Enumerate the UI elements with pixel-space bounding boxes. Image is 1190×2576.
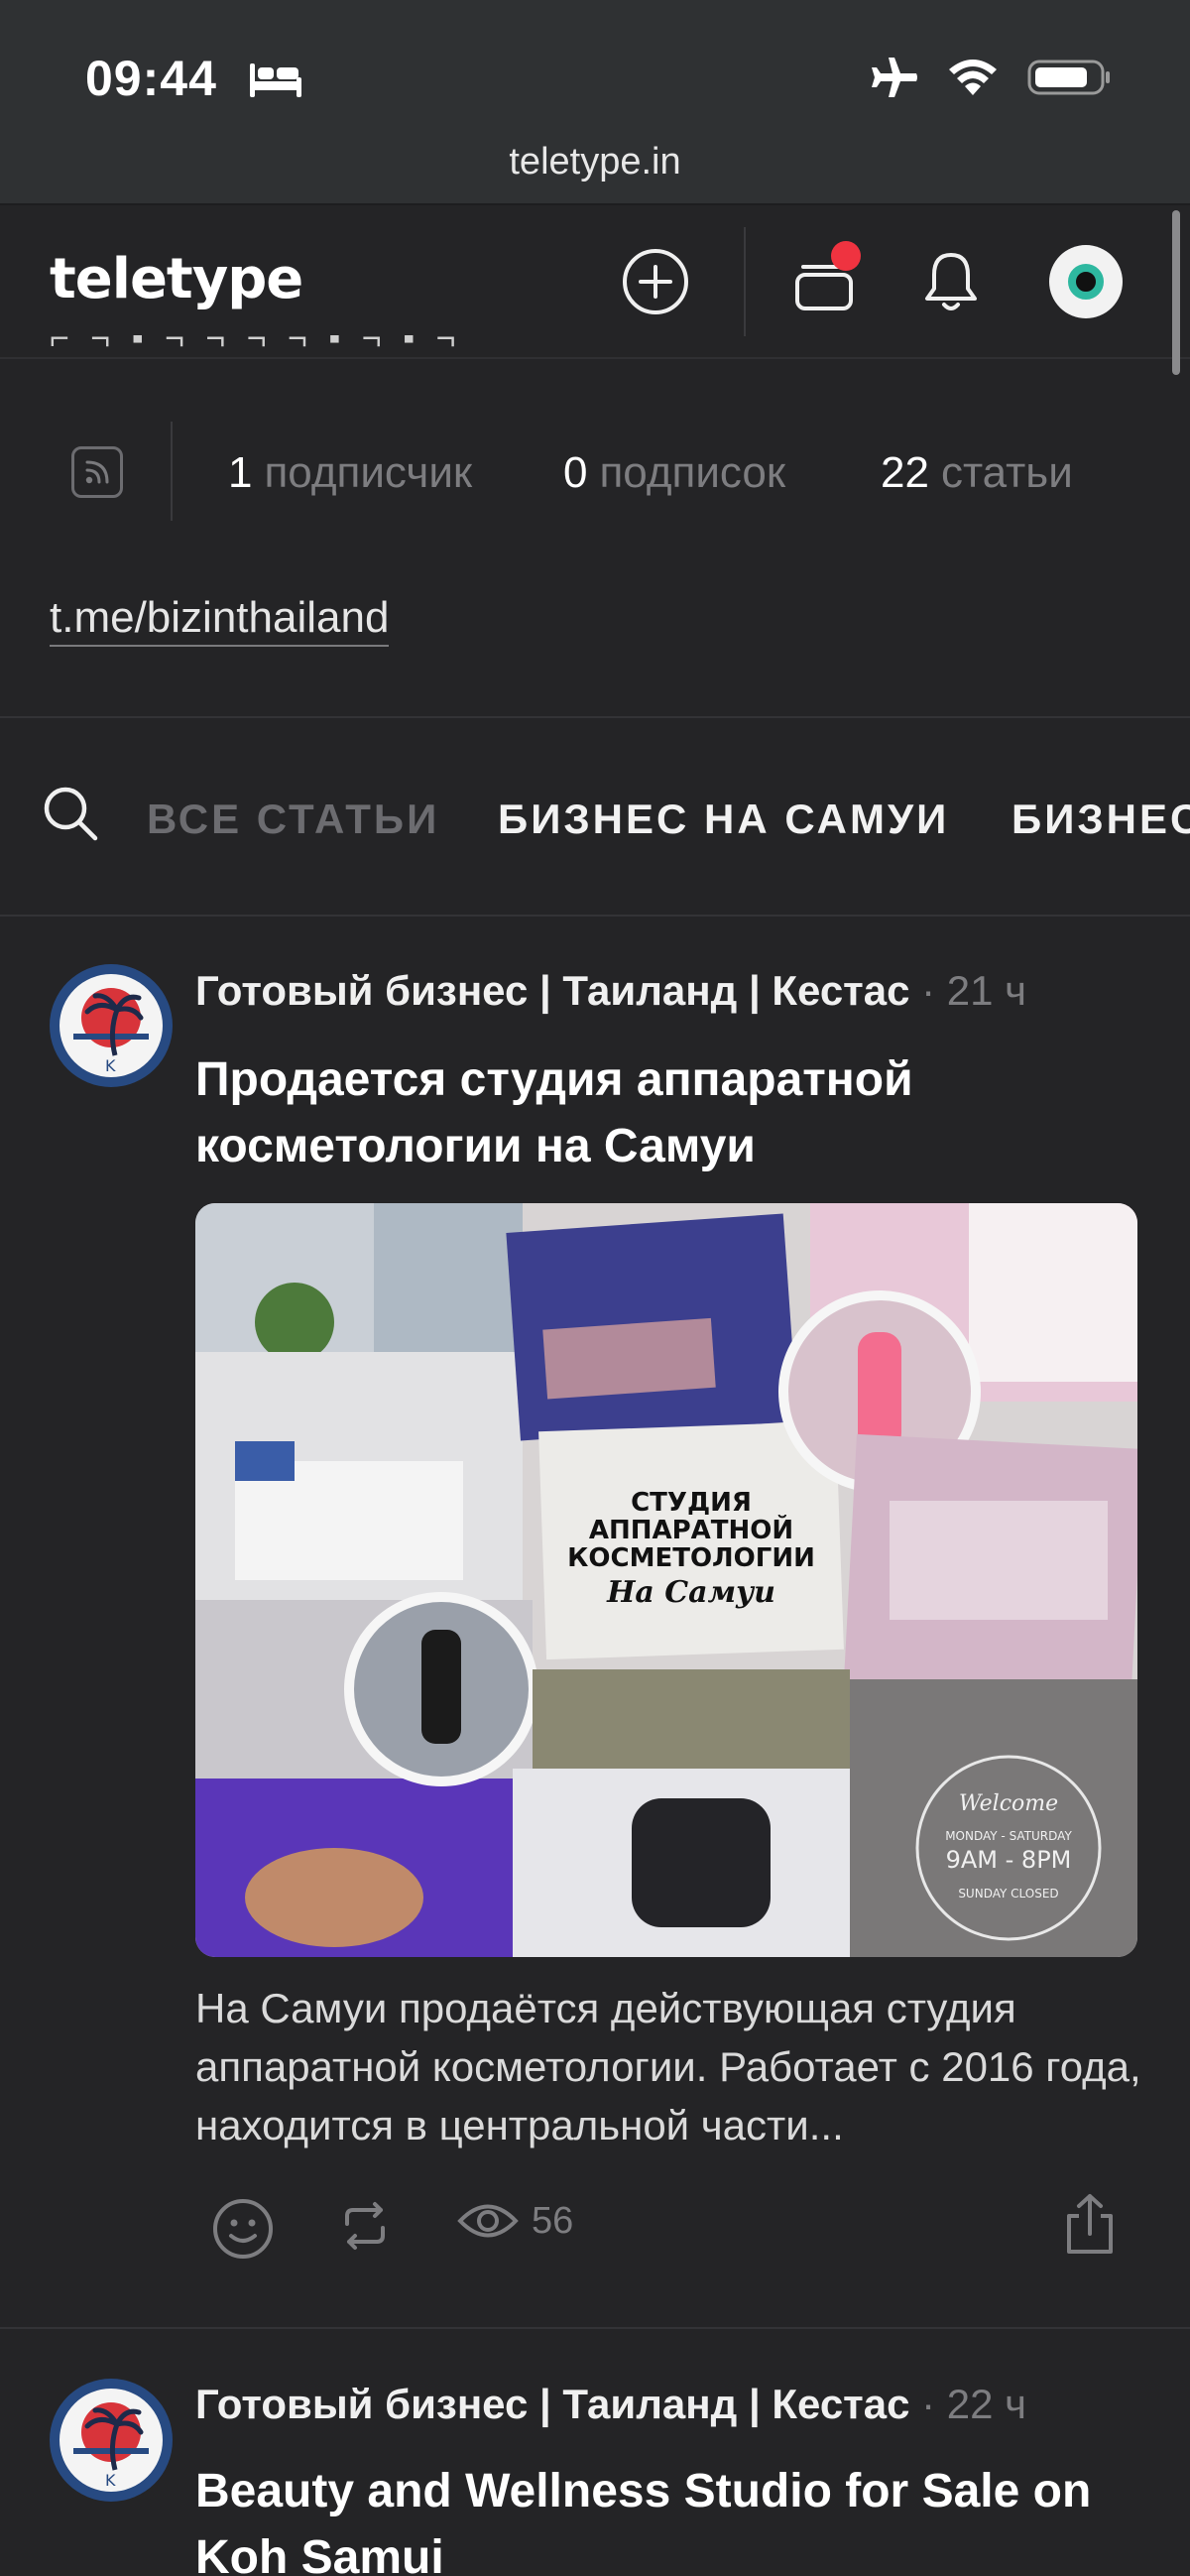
- rss-button[interactable]: [71, 446, 123, 498]
- reaction-button[interactable]: [210, 2196, 276, 2262]
- status-time: 09:44: [85, 51, 217, 106]
- tab-business[interactable]: БИЗНЕС: [1012, 796, 1190, 843]
- user-avatar[interactable]: [1049, 245, 1123, 318]
- svg-text:K: K: [105, 2471, 116, 2490]
- sign-days: MONDAY - SATURDAY: [945, 1829, 1072, 1843]
- cut-off-profile-text: ⌐ ¬ ▪ ¬ ¬ ¬ ¬ ▪ ¬ ▪ ¬: [50, 335, 462, 355]
- palm-logo-icon: K: [73, 988, 149, 1075]
- collage-image: СТУДИЯ АППАРАТНОЙ КОСМЕТОЛОГИИ На Самуи …: [195, 1203, 1137, 1957]
- post-cover-image[interactable]: СТУДИЯ АППАРАТНОЙ КОСМЕТОЛОГИИ На Самуи …: [195, 1203, 1137, 1957]
- caption-line1: СТУДИЯ: [631, 1488, 752, 1518]
- post-excerpt[interactable]: На Самуи продаётся действующая студия ап…: [195, 1979, 1147, 2154]
- eye-icon: [457, 2204, 519, 2238]
- views-indicator: 56: [456, 2196, 573, 2246]
- browser-url[interactable]: teletype.in: [0, 141, 1190, 184]
- page-scrollbar[interactable]: [1172, 210, 1180, 375]
- stats-separator: [171, 422, 173, 521]
- repost-button[interactable]: [335, 2196, 395, 2256]
- svg-text:K: K: [105, 1056, 116, 1075]
- followers-stat[interactable]: 1 подписчик: [228, 448, 472, 498]
- articles-label: статьи: [940, 448, 1073, 497]
- battery-icon: [1027, 60, 1110, 95]
- divider: [0, 915, 1190, 917]
- author-name-text: Готовый бизнес | Таиланд | Кестас: [195, 967, 910, 1014]
- author-name-text: Готовый бизнес | Таиланд | Кестас: [195, 2381, 910, 2427]
- teletype-logo[interactable]: teletype: [50, 247, 303, 311]
- post-time: · 21 ч: [921, 967, 1027, 1014]
- rss-icon: [85, 460, 109, 484]
- views-count: 56: [532, 2199, 574, 2242]
- post-title[interactable]: Beauty and Wellness Studio for Sale on K…: [195, 2458, 1147, 2576]
- post-author-name[interactable]: Готовый бизнес | Таиланд | Кестас · 21 ч: [195, 967, 1026, 1015]
- post-author-name[interactable]: Готовый бизнес | Таиланд | Кестас · 22 ч: [195, 2381, 1026, 2428]
- divider: [0, 2327, 1190, 2329]
- sleep-focus-icon: [250, 63, 301, 97]
- caption-line2: АППАРАТНОЙ: [589, 1514, 793, 1545]
- smiley-icon: [213, 2199, 273, 2259]
- profile-telegram-link[interactable]: t.me/bizinthailand: [50, 593, 390, 647]
- subscriptions-count: 0: [563, 448, 588, 497]
- notifications-button[interactable]: [912, 243, 990, 320]
- caption-line3: КОСМЕТОЛОГИИ: [567, 1543, 815, 1573]
- caption-line4: На Самуи: [606, 1575, 775, 1610]
- followers-count: 1: [228, 448, 253, 497]
- followers-label: подписчик: [264, 448, 473, 497]
- sign-welcome: Welcome: [959, 1791, 1058, 1816]
- share-button[interactable]: [1061, 2192, 1119, 2258]
- wifi-icon: [949, 60, 997, 95]
- header-separator: [744, 227, 746, 336]
- repost-icon: [345, 2202, 385, 2250]
- share-icon: [1067, 2194, 1113, 2254]
- articles-count: 22: [881, 448, 929, 497]
- plus-circle-icon: [623, 249, 688, 314]
- airplane-mode-icon: [872, 58, 917, 97]
- palm-logo-icon: K: [73, 2402, 149, 2490]
- system-icons: [869, 56, 1111, 99]
- subscriptions-label: подписок: [599, 448, 786, 497]
- post-author-avatar[interactable]: K: [50, 964, 173, 1087]
- search-icon[interactable]: [42, 785, 99, 842]
- notification-badge: [831, 241, 861, 271]
- post-title[interactable]: Продается студия аппаратной косметологии…: [195, 1046, 1088, 1179]
- bell-icon: [925, 253, 977, 310]
- post-time: · 22 ч: [921, 2381, 1027, 2427]
- create-post-button[interactable]: [617, 243, 694, 320]
- status-bar: 09:44 teletype.in: [0, 0, 1190, 203]
- sign-closed: SUNDAY CLOSED: [958, 1887, 1058, 1901]
- tab-business-samui[interactable]: БИЗНЕС НА САМУИ: [498, 796, 949, 843]
- subscriptions-stat[interactable]: 0 подписок: [563, 448, 785, 498]
- post-author-avatar[interactable]: K: [50, 2379, 173, 2502]
- article-tabs: ВСЕ СТАТЬИ БИЗНЕС НА САМУИ БИЗНЕС: [0, 718, 1190, 915]
- sign-hours: 9AM - 8PM: [946, 1846, 1072, 1874]
- tab-all-articles[interactable]: ВСЕ СТАТЬИ: [147, 796, 439, 843]
- articles-stat[interactable]: 22 статьи: [881, 448, 1073, 498]
